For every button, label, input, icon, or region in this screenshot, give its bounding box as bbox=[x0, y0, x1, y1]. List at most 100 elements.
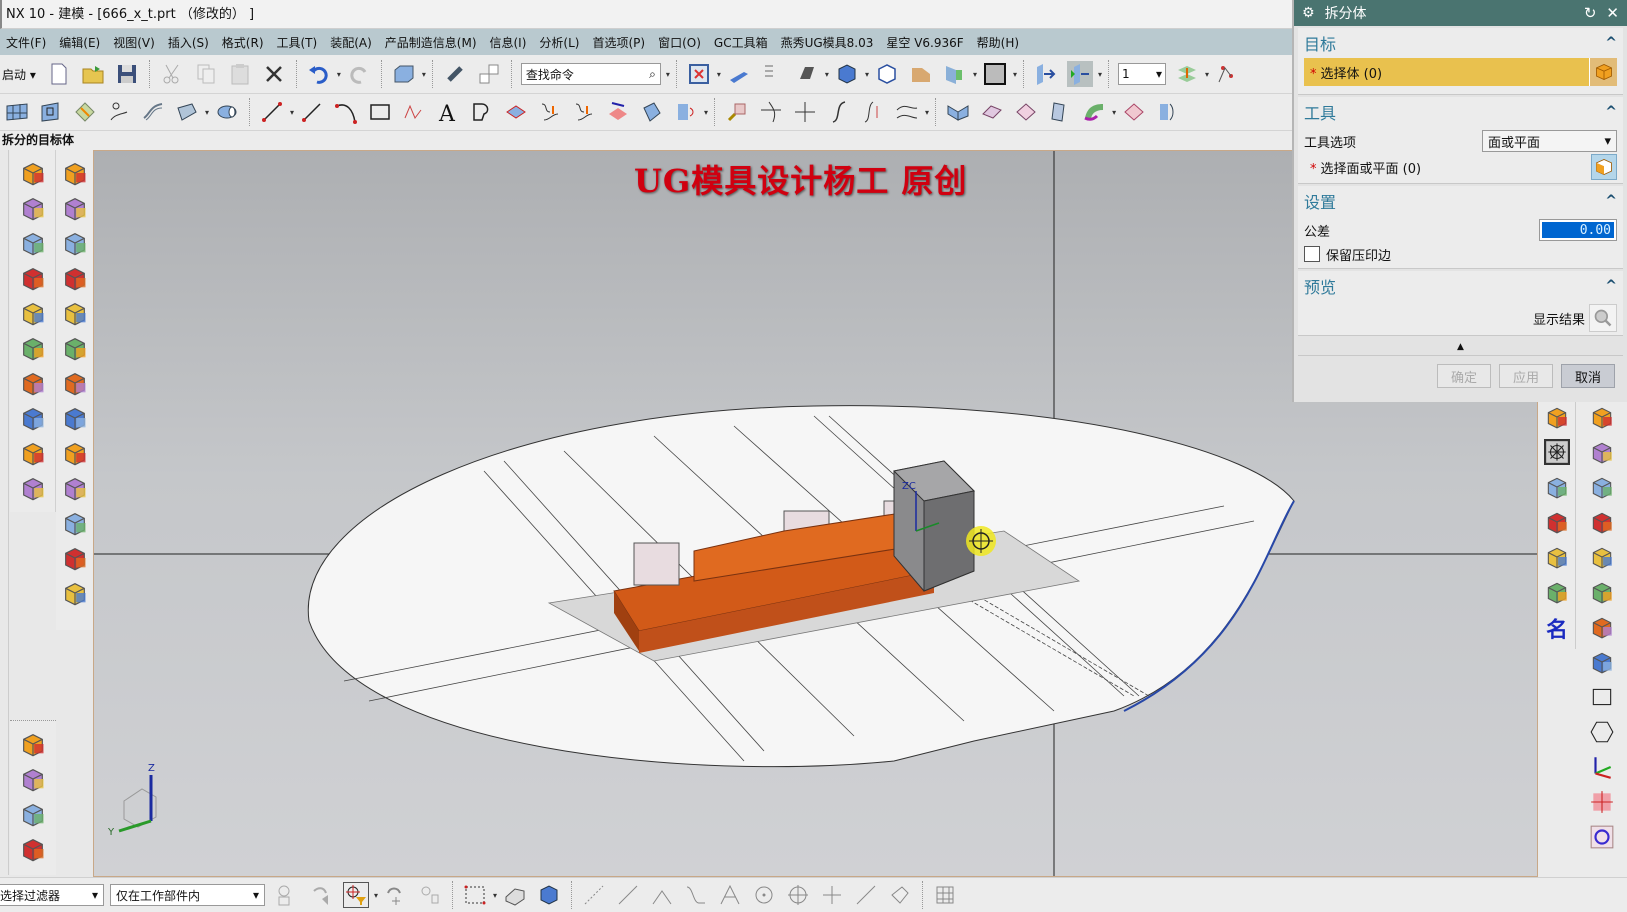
snap-intersect-icon[interactable] bbox=[717, 882, 743, 908]
reposition-icon[interactable] bbox=[442, 61, 468, 87]
menu-pmi[interactable]: 产品制造信息(M) bbox=[379, 34, 484, 51]
snap-filter-dropdown[interactable]: ▾ bbox=[374, 891, 378, 900]
select-body-field[interactable]: * 选择体 (0) bbox=[1304, 58, 1617, 86]
close-icon[interactable]: ✕ bbox=[1606, 4, 1619, 22]
snap-icon[interactable] bbox=[1214, 61, 1240, 87]
trim-sheet-icon[interactable] bbox=[639, 99, 665, 125]
green-section-icon[interactable] bbox=[942, 61, 968, 87]
emboss-icon[interactable] bbox=[60, 263, 90, 293]
swept-icon[interactable] bbox=[72, 99, 98, 125]
transform-icon[interactable] bbox=[60, 578, 90, 608]
offset-curve-icon[interactable] bbox=[894, 99, 920, 125]
surface-grid-icon[interactable] bbox=[4, 99, 30, 125]
line-dropdown[interactable]: ▾ bbox=[290, 108, 294, 117]
pipe-icon[interactable] bbox=[1587, 507, 1617, 537]
snap-midpoint-icon[interactable] bbox=[615, 882, 641, 908]
solid-view-icon[interactable] bbox=[536, 882, 562, 908]
split-box-icon[interactable] bbox=[60, 473, 90, 503]
undo-icon[interactable] bbox=[306, 61, 332, 87]
dialog-titlebar[interactable]: ⚙ 拆分体 ↻ ✕ bbox=[1294, 0, 1627, 26]
extension-dropdown[interactable]: ▾ bbox=[205, 108, 209, 117]
split-block-icon[interactable] bbox=[1587, 612, 1617, 642]
patch-icon[interactable] bbox=[1013, 99, 1039, 125]
name-icon[interactable]: 名 bbox=[1542, 612, 1572, 642]
snap-control-icon[interactable] bbox=[649, 882, 675, 908]
work-layer-icon[interactable] bbox=[1066, 61, 1093, 87]
group-target-header[interactable]: 目标 ^ bbox=[1298, 28, 1623, 58]
arc-icon[interactable] bbox=[333, 99, 359, 125]
origin-block-icon[interactable] bbox=[1587, 647, 1617, 677]
move-face-icon[interactable] bbox=[18, 158, 48, 188]
move-face2-icon[interactable] bbox=[18, 473, 48, 503]
menu-gc-toolkit[interactable]: GC工具箱 bbox=[708, 34, 775, 51]
trim-body-icon[interactable] bbox=[60, 228, 90, 258]
resource-bar[interactable] bbox=[0, 150, 9, 875]
blend-dropdown[interactable]: ▾ bbox=[1112, 108, 1116, 117]
menu-analysis[interactable]: 分析(L) bbox=[533, 34, 586, 51]
menu-window[interactable]: 窗口(O) bbox=[652, 34, 708, 51]
menu-preferences[interactable]: 首选项(P) bbox=[586, 34, 652, 51]
frame-icon[interactable] bbox=[1587, 402, 1617, 432]
rectangle-icon[interactable] bbox=[367, 99, 393, 125]
move-to-layer-icon[interactable] bbox=[1033, 61, 1059, 87]
selection-scope-select[interactable]: 仅在工作部件内 ▾ bbox=[110, 884, 265, 906]
dimension-icon[interactable] bbox=[18, 729, 48, 759]
shaded-icon[interactable] bbox=[794, 61, 820, 87]
menu-file[interactable]: 文件(F) bbox=[0, 34, 53, 51]
edit-param-icon[interactable] bbox=[18, 799, 48, 829]
project-curve-icon[interactable] bbox=[537, 99, 563, 125]
snap-endpoint-icon[interactable] bbox=[581, 882, 607, 908]
offset-region-icon[interactable] bbox=[18, 228, 48, 258]
wheel-icon[interactable] bbox=[1542, 437, 1572, 467]
cut-icon[interactable] bbox=[159, 61, 185, 87]
bridge-icon[interactable] bbox=[792, 99, 818, 125]
cancel-button[interactable]: 取消 bbox=[1561, 364, 1615, 388]
flip-icon[interactable] bbox=[1542, 542, 1572, 572]
replace-face-icon[interactable] bbox=[18, 193, 48, 223]
background-icon[interactable] bbox=[982, 61, 1008, 87]
orange-section-icon[interactable] bbox=[908, 61, 934, 87]
save-icon[interactable] bbox=[114, 61, 140, 87]
solid-cube-icon[interactable] bbox=[834, 61, 860, 87]
fit-view-icon[interactable] bbox=[686, 61, 712, 87]
undo-dropdown[interactable]: ▾ bbox=[337, 70, 341, 79]
trim-edge-icon[interactable] bbox=[758, 99, 784, 125]
apply-button[interactable]: 应用 bbox=[1499, 364, 1553, 388]
point-icon[interactable] bbox=[1587, 787, 1617, 817]
keep-imprint-checkbox[interactable] bbox=[1304, 246, 1320, 262]
mirror-icon[interactable] bbox=[1155, 99, 1181, 125]
rectangle-icon[interactable] bbox=[1587, 682, 1617, 712]
group-settings-header[interactable]: 设置 ^ bbox=[1298, 186, 1623, 216]
menu-edit[interactable]: 编辑(E) bbox=[53, 34, 107, 51]
join-curve-icon[interactable] bbox=[826, 99, 852, 125]
line2-icon[interactable] bbox=[299, 99, 325, 125]
layer-settings-icon[interactable] bbox=[1174, 61, 1200, 87]
general-selection-icon[interactable] bbox=[275, 882, 301, 908]
rotate-select-icon[interactable] bbox=[383, 882, 409, 908]
select-body-cube-icon[interactable] bbox=[1589, 58, 1617, 86]
through-curves-icon[interactable] bbox=[140, 99, 166, 125]
stripe-icon[interactable] bbox=[1587, 437, 1617, 467]
feature-list-icon[interactable] bbox=[760, 61, 786, 87]
redo-icon[interactable] bbox=[346, 61, 372, 87]
menu-format[interactable]: 格式(R) bbox=[216, 34, 271, 51]
cube-dropdown[interactable]: ▾ bbox=[865, 70, 869, 79]
remove-param-icon[interactable] bbox=[18, 834, 48, 864]
sew-icon[interactable] bbox=[979, 99, 1005, 125]
menu-view[interactable]: 视图(V) bbox=[107, 34, 162, 51]
ruled-icon[interactable] bbox=[1047, 99, 1073, 125]
menu-tools[interactable]: 工具(T) bbox=[271, 34, 325, 51]
linear-dim-icon[interactable] bbox=[18, 764, 48, 794]
face-icon[interactable] bbox=[38, 99, 64, 125]
offset-face-icon[interactable] bbox=[503, 99, 529, 125]
bounded-plane-icon[interactable] bbox=[945, 99, 971, 125]
display-dropdown[interactable]: ▾ bbox=[422, 70, 426, 79]
menu-assembly[interactable]: 装配(A) bbox=[324, 34, 379, 51]
group-tool-header[interactable]: 工具 ^ bbox=[1298, 97, 1623, 127]
search-icon[interactable]: ⌕ bbox=[649, 67, 656, 82]
new-file-icon[interactable] bbox=[46, 61, 72, 87]
body-swap-icon[interactable] bbox=[60, 543, 90, 573]
curved-sheet-icon[interactable] bbox=[60, 368, 90, 398]
ok-button[interactable]: 确定 bbox=[1437, 364, 1491, 388]
collapse-caret-icon[interactable]: ^ bbox=[1605, 278, 1617, 294]
